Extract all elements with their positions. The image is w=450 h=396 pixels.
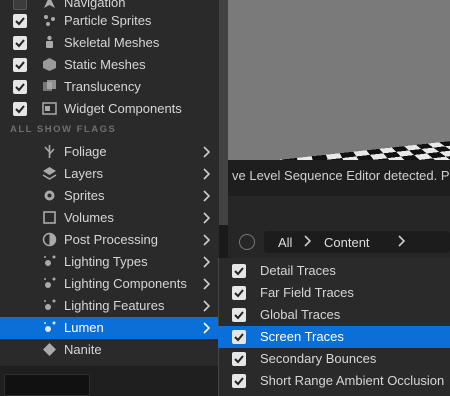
checkbox-particle-sprites[interactable] — [13, 14, 27, 28]
lumen-icon — [44, 321, 56, 332]
translucency-icon — [43, 80, 56, 91]
checkbox-detail-traces[interactable] — [232, 264, 246, 278]
menu-item-static-meshes[interactable]: Static Meshes — [0, 54, 219, 76]
post-processing-icon — [42, 232, 57, 247]
menu-item-label: Lighting Types — [64, 254, 148, 269]
level-viewport[interactable] — [228, 0, 450, 160]
chevron-right-icon — [203, 256, 210, 268]
section-header-all-show-flags: ALL SHOW FLAGS — [10, 124, 117, 135]
menu-item-label: Skeletal Meshes — [64, 35, 160, 50]
chevron-right-icon — [203, 234, 210, 246]
layers-icon — [42, 167, 57, 180]
search-input[interactable] — [4, 374, 90, 396]
menu-item-label: Post Processing — [64, 232, 158, 247]
lighting-types-icon — [44, 255, 56, 266]
chevron-right-icon — [203, 322, 210, 334]
submenu-item-screen-traces[interactable]: Screen Traces — [218, 326, 450, 348]
menu-item-skeletal-meshes[interactable]: Skeletal Meshes — [0, 32, 219, 54]
chevron-right-icon — [203, 146, 210, 158]
checkbox-far-field-traces[interactable] — [232, 286, 246, 300]
checkbox-global-traces[interactable] — [232, 308, 246, 322]
submenu-item-secondary-bounces[interactable]: Secondary Bounces — [218, 348, 450, 370]
chevron-right-icon — [203, 212, 210, 224]
menu-item-widget-components[interactable]: Widget Components — [0, 98, 219, 120]
volumes-icon — [43, 211, 56, 224]
menu-item-label: Widget Components — [64, 101, 182, 116]
menu-item-particle-sprites[interactable]: Particle Sprites — [0, 10, 219, 32]
checkbox-short-range-ambient-occlusion[interactable] — [232, 374, 246, 388]
chevron-right-icon — [398, 235, 405, 247]
breadcrumb-all[interactable]: All — [278, 235, 292, 250]
menu-item-nanite[interactable]: Nanite — [0, 339, 219, 361]
chevron-right-icon — [203, 278, 210, 290]
chevron-right-icon — [203, 168, 210, 180]
checkbox-skeletal-meshes[interactable] — [13, 36, 27, 50]
widget-components-icon — [42, 102, 57, 115]
menu-item-label: Foliage — [64, 144, 107, 159]
submenu-item-far-field-traces[interactable]: Far Field Traces — [218, 282, 450, 304]
chevron-right-icon — [203, 190, 210, 202]
menu-item-layers[interactable]: Layers — [0, 163, 219, 185]
menu-item-label: Navigation — [64, 0, 126, 10]
lighting-components-icon — [44, 277, 56, 288]
menu-item-lumen[interactable]: Lumen — [0, 317, 219, 339]
submenu-item-short-range-ambient-occlusion[interactable]: Short Range Ambient Occlusion — [218, 370, 450, 392]
submenu-item-label: Screen Traces — [260, 329, 344, 344]
chevron-right-icon — [304, 235, 311, 247]
menu-item-label: Lighting Features — [64, 298, 165, 313]
static-mesh-icon — [43, 58, 56, 71]
skeletal-mesh-icon — [46, 35, 53, 48]
menu-item-label: Nanite — [64, 342, 102, 357]
submenu-item-label: Far Field Traces — [260, 285, 354, 300]
menu-item-label: Layers — [64, 166, 104, 181]
checkerboard-floor — [228, 140, 450, 160]
navigation-icon — [44, 0, 55, 8]
submenu-item-label: Secondary Bounces — [260, 351, 377, 366]
menu-item-label: Static Meshes — [64, 57, 146, 72]
menu-item-lighting-types[interactable]: Lighting Types — [0, 251, 219, 273]
menu-item-foliage[interactable]: Foliage — [0, 141, 219, 163]
menu-item-label: Particle Sprites — [64, 13, 152, 28]
checkbox-navigation[interactable] — [13, 0, 27, 10]
submenu-item-label: Short Range Ambient Occlusion — [260, 373, 445, 388]
checkbox-widget-components[interactable] — [13, 102, 27, 116]
history-back-icon[interactable] — [239, 234, 255, 250]
foliage-icon — [44, 145, 55, 158]
checkbox-secondary-bounces[interactable] — [232, 352, 246, 366]
menu-item-volumes[interactable]: Volumes — [0, 207, 219, 229]
menu-item-label: Translucency — [64, 79, 141, 94]
chevron-right-icon — [203, 300, 210, 312]
show-flags-menu: Navigation Particle Sprites Skeletal Mes… — [0, 0, 219, 396]
sprites-icon — [44, 190, 55, 201]
menu-item-label: Lumen — [64, 320, 104, 335]
checkbox-static-meshes[interactable] — [13, 58, 27, 72]
menu-item-label: Volumes — [64, 210, 114, 225]
menu-item-lighting-components[interactable]: Lighting Components — [0, 273, 219, 295]
menu-scrollbar[interactable] — [219, 0, 228, 225]
submenu-item-global-traces[interactable]: Global Traces — [218, 304, 450, 326]
menu-item-label: Lighting Components — [64, 276, 187, 291]
menu-item-post-processing[interactable]: Post Processing — [0, 229, 219, 251]
checkbox-translucency[interactable] — [13, 80, 27, 94]
submenu-item-detail-traces[interactable]: Detail Traces — [218, 260, 450, 282]
menu-item-label: Sprites — [64, 188, 105, 203]
submenu-item-label: Global Traces — [260, 307, 341, 322]
menu-item-lighting-features[interactable]: Lighting Features — [0, 295, 219, 317]
submenu-item-label: Detail Traces — [260, 263, 336, 278]
menu-item-translucency[interactable]: Translucency — [0, 76, 219, 98]
nanite-icon — [43, 343, 56, 356]
menu-item-sprites[interactable]: Sprites — [0, 185, 219, 207]
viewport-notice-text: ve Level Sequence Editor detected. Plea — [232, 168, 450, 183]
breadcrumb-content[interactable]: Content — [324, 235, 370, 250]
particle-sprites-icon — [44, 15, 55, 26]
checkbox-screen-traces[interactable] — [232, 330, 246, 344]
lighting-features-icon — [44, 299, 56, 310]
